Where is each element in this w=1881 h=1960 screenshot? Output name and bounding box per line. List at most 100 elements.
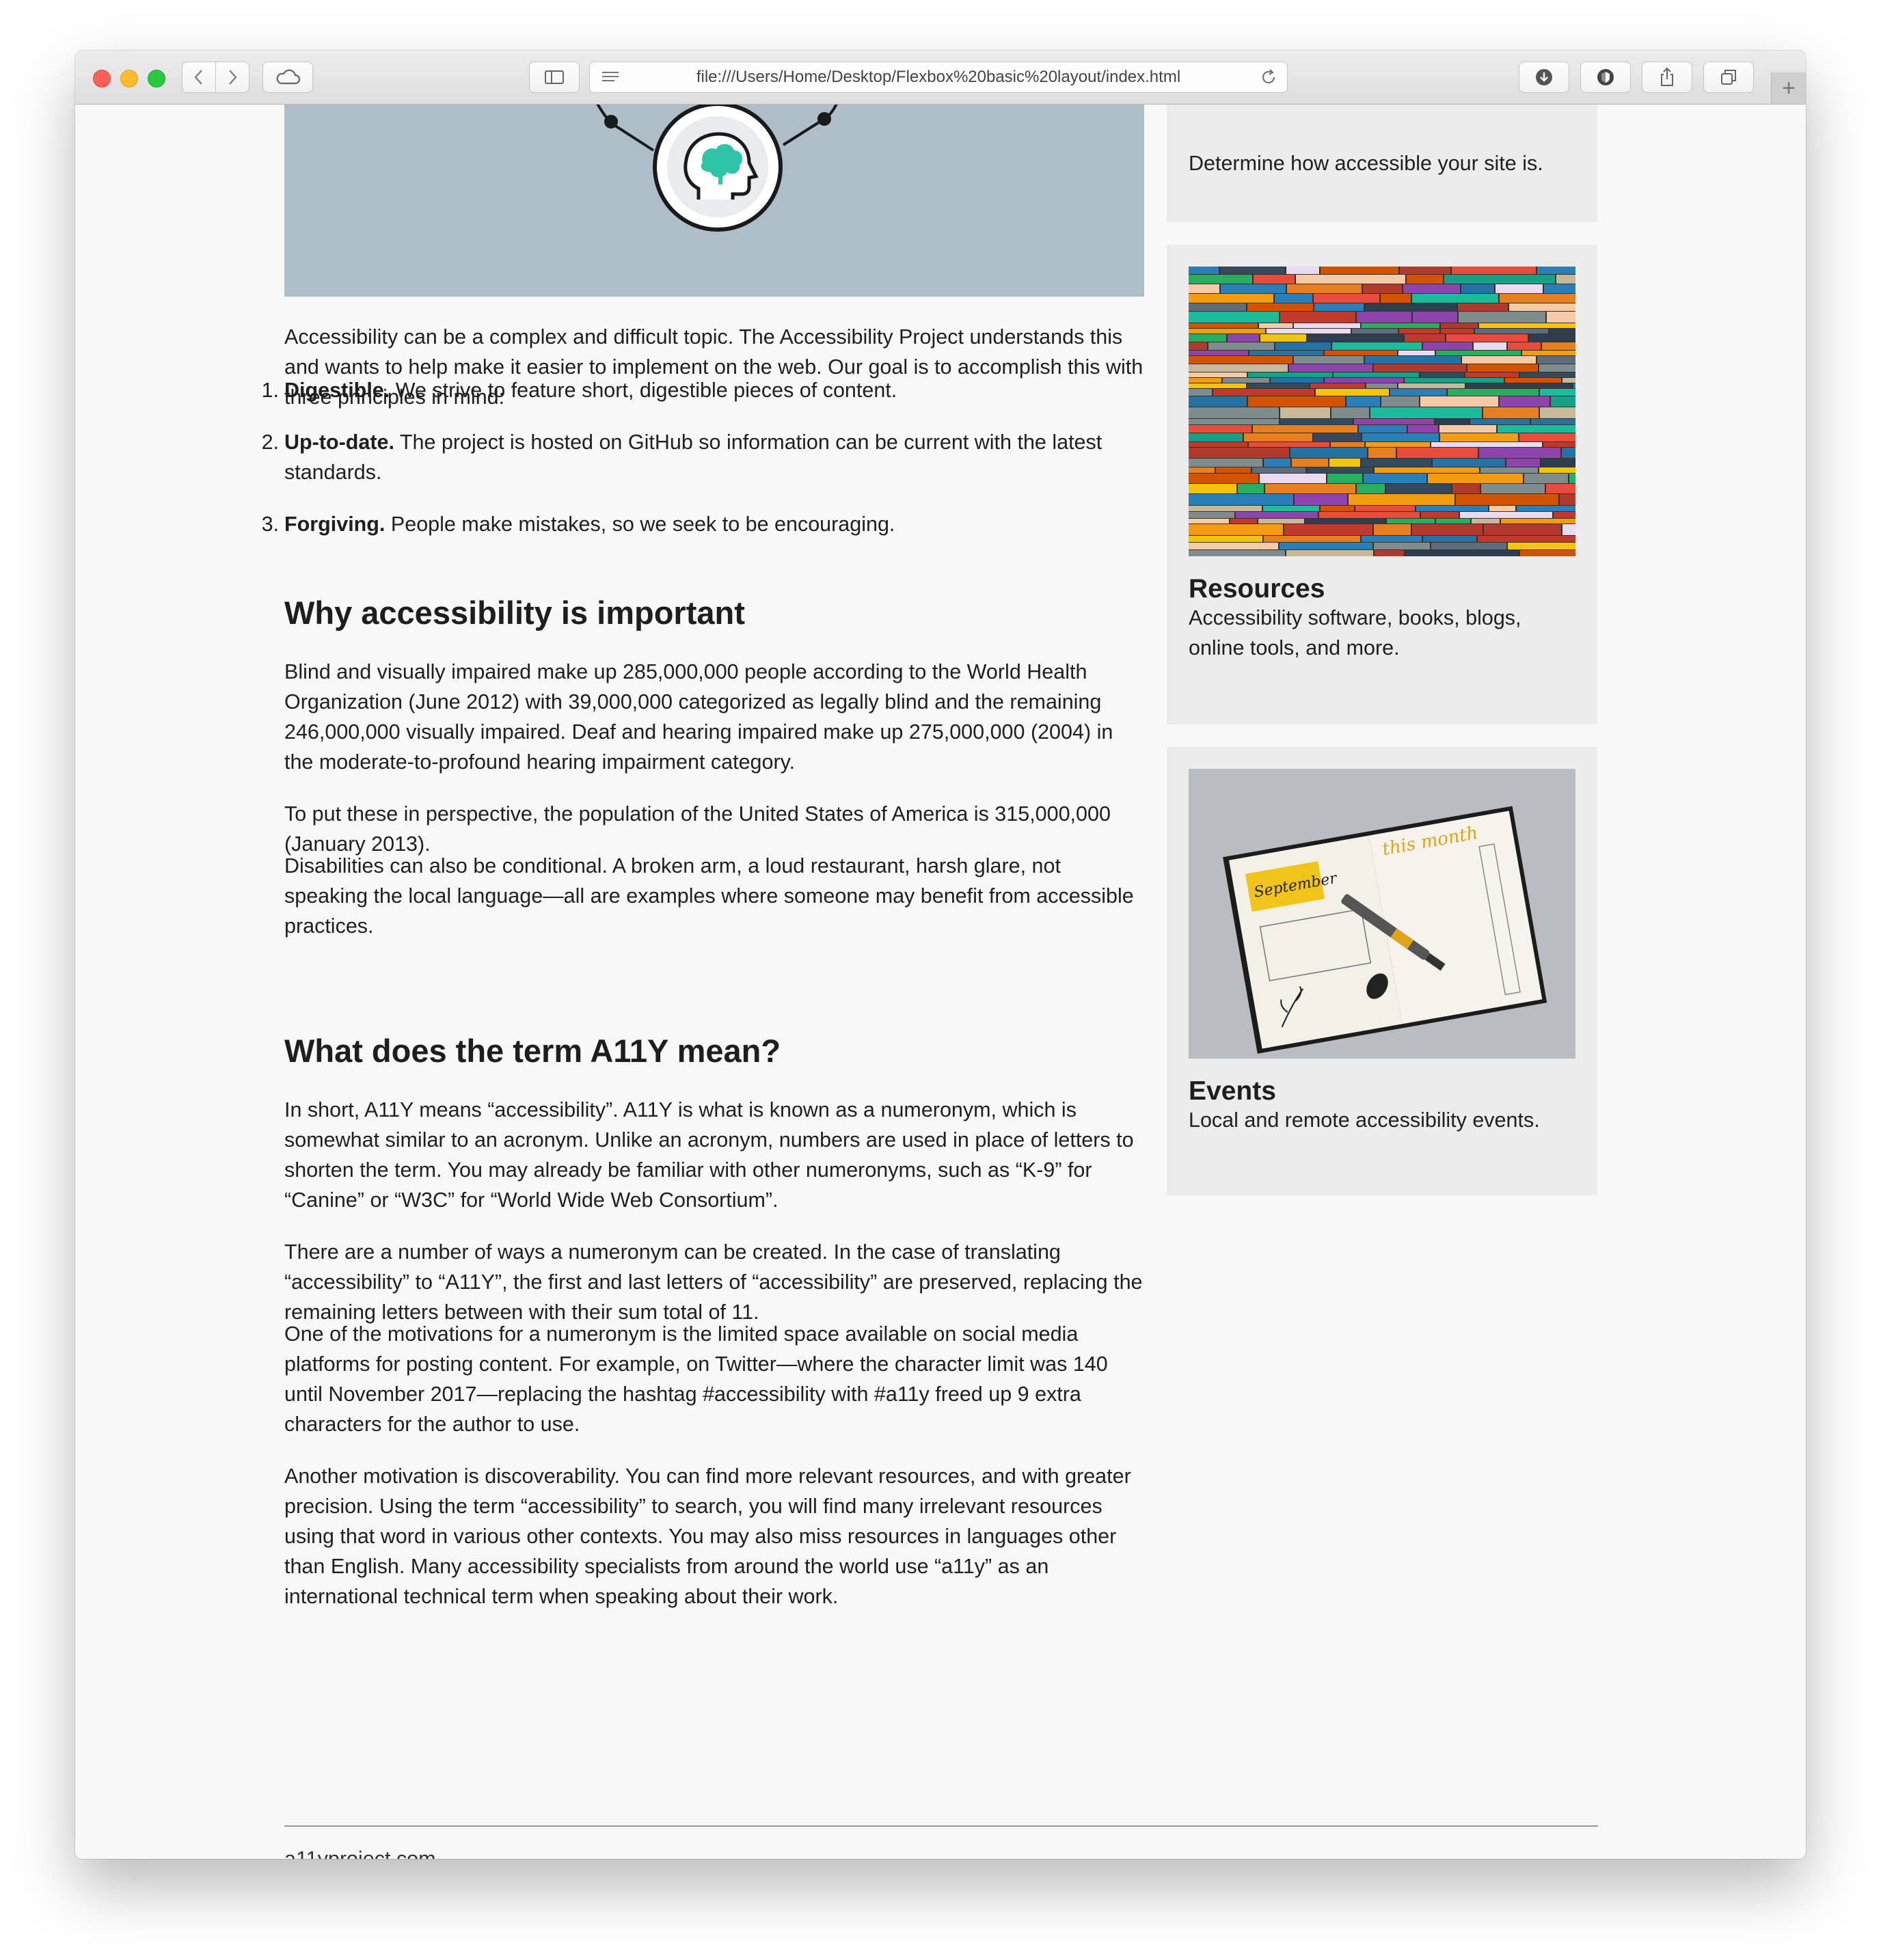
zoom-window-button[interactable] (148, 70, 165, 87)
downloads-button[interactable] (1519, 62, 1569, 93)
footer-site-name[interactable]: a11yproject.com (284, 1847, 436, 1859)
book-spine (1280, 312, 1355, 323)
book-spine (1189, 351, 1248, 355)
book-spine (1254, 275, 1295, 284)
icloud-tabs-button[interactable] (262, 62, 313, 93)
book-spine (1316, 389, 1389, 396)
book-spine (1260, 474, 1326, 483)
browser-window: file:///Users/Home/Desktop/Flexbox%20bas… (75, 51, 1806, 1859)
book-spine (1280, 419, 1353, 424)
book-spine (1500, 396, 1550, 407)
book-spine (1466, 383, 1572, 388)
forward-button[interactable] (215, 62, 249, 93)
close-window-button[interactable] (93, 70, 111, 87)
book-spine (1244, 433, 1312, 441)
book-spine (1230, 519, 1257, 523)
browser-toolbar: file:///Users/Home/Desktop/Flexbox%20bas… (75, 51, 1806, 105)
book-spine (1321, 267, 1398, 274)
planner-photo: September this month (1189, 769, 1575, 1059)
book-spine (1365, 303, 1457, 311)
sidebar-toggle-button[interactable] (529, 62, 580, 93)
book-spine (1537, 356, 1575, 364)
book-spine (1189, 484, 1236, 493)
share-button[interactable] (1642, 62, 1692, 93)
book-spine (1456, 494, 1558, 505)
reader-list-icon (602, 72, 619, 81)
book-spine (1349, 494, 1454, 505)
book-spine (1189, 383, 1246, 388)
book-spine (1542, 342, 1575, 350)
minimize-window-button[interactable] (120, 70, 138, 87)
principle-term: Digestible. (284, 379, 390, 402)
book-spine (1540, 407, 1575, 418)
book-spine (1398, 383, 1465, 388)
new-tab-button[interactable]: + (1771, 72, 1806, 104)
book-spine (1355, 506, 1415, 511)
book-spine (1460, 512, 1552, 518)
a11y-paragraph: In short, A11Y means “accessibility”. A1… (284, 1098, 1134, 1212)
cloud-icon (276, 69, 301, 85)
book-spine (1386, 484, 1451, 493)
book-spine (1374, 364, 1466, 372)
book-spine (1357, 484, 1385, 493)
sidebar-card-resources[interactable]: Resources Accessibility software, books,… (1167, 245, 1597, 724)
sidebar-card-audit[interactable]: Determine how accessible your site is. (1167, 105, 1597, 222)
book-spine (1208, 342, 1274, 350)
book-spine (1347, 396, 1380, 407)
book-spine (1375, 467, 1479, 473)
book-spine (1331, 407, 1369, 418)
book-spine (1357, 312, 1411, 323)
book-spine (1238, 484, 1264, 493)
book-spine (1436, 519, 1470, 523)
principle-term: Up-to-date. (284, 431, 394, 454)
book-spine (1362, 536, 1422, 542)
book-spine (1435, 419, 1469, 424)
book-spine (1562, 378, 1575, 383)
book-spine (1431, 543, 1506, 549)
book-spine (1475, 329, 1548, 334)
book-spine (1321, 506, 1354, 511)
book-spine (1550, 329, 1575, 334)
list-number: 2. (261, 431, 279, 454)
book-spine (1332, 342, 1422, 350)
book-spine (1505, 378, 1561, 383)
book-spine (1416, 506, 1488, 511)
why-paragraph: To put these in perspective, the populat… (284, 802, 1111, 856)
book-spine (1189, 342, 1207, 350)
book-spine (1275, 342, 1331, 350)
book-spine (1520, 372, 1575, 377)
book-spine (1381, 396, 1419, 407)
book-spine (1221, 284, 1286, 293)
sidebar-card-events[interactable]: September this month Events Local and re… (1167, 747, 1597, 1195)
book-spine (1359, 425, 1407, 433)
book-spine (1189, 419, 1279, 424)
book-spine (1331, 442, 1364, 447)
book-spine (1441, 329, 1474, 334)
book-spine (1189, 512, 1234, 518)
principle-text: We strive to feature short, digestible p… (390, 379, 897, 402)
extension-button[interactable] (1580, 62, 1631, 93)
book-spine (1295, 494, 1347, 505)
book-spine (1223, 378, 1269, 383)
book-spine (1524, 474, 1568, 483)
a11y-paragraph: There are a number of ways a numeronym c… (284, 1240, 1143, 1324)
book-spine (1228, 334, 1259, 342)
book-spine (1423, 536, 1476, 542)
book-spine (1189, 494, 1293, 505)
principle-text: The project is hosted on GitHub so infor… (284, 431, 1102, 484)
book-spine (1484, 524, 1561, 535)
a11y-paragraph: One of the motivations for a numeronym i… (284, 1322, 1108, 1436)
book-spine (1189, 303, 1246, 311)
book-spine (1554, 512, 1575, 518)
book-spine (1329, 459, 1360, 467)
book-spine (1480, 467, 1538, 473)
book-spine (1519, 433, 1575, 441)
address-bar[interactable]: file:///Users/Home/Desktop/Flexbox%20bas… (589, 62, 1288, 93)
tab-overview-button[interactable] (1703, 62, 1754, 93)
book-spine (1412, 524, 1483, 535)
book-spine (1462, 356, 1536, 364)
back-button[interactable] (182, 62, 216, 93)
book-spine (1440, 433, 1518, 441)
book-spine (1362, 433, 1439, 441)
book-spine (1489, 506, 1515, 511)
